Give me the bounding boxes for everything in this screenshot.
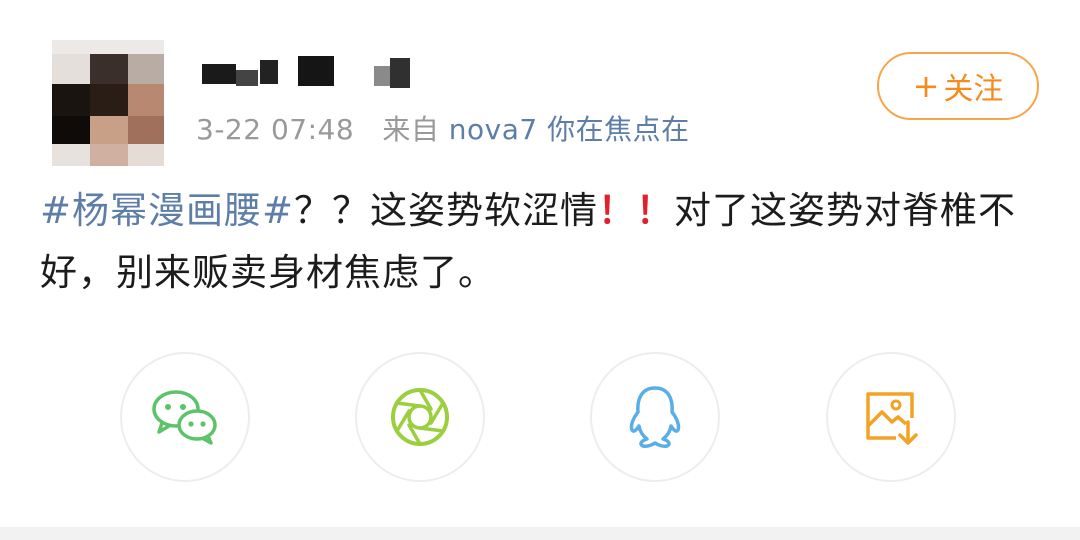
exclamation-emoji: ！ bbox=[598, 189, 637, 232]
share-qq-button[interactable] bbox=[590, 352, 720, 482]
avatar-mosaic bbox=[90, 84, 128, 116]
username-mosaic bbox=[374, 66, 390, 86]
image-download-icon bbox=[866, 392, 918, 445]
avatar-mosaic bbox=[128, 54, 164, 84]
hashtag-link[interactable]: #杨幂漫画腰# bbox=[40, 189, 294, 232]
source-prefix: 来自 bbox=[382, 113, 440, 146]
post-text-part1: ？？这姿势软涩情 bbox=[294, 189, 599, 232]
bottom-divider bbox=[0, 527, 1080, 540]
exclamation-emoji: ！ bbox=[636, 189, 675, 232]
avatar-mosaic bbox=[90, 144, 128, 166]
avatar-mosaic bbox=[128, 116, 164, 144]
username-mosaic bbox=[390, 58, 410, 88]
avatar-mosaic bbox=[52, 116, 90, 144]
avatar-mosaic bbox=[90, 116, 128, 144]
avatar[interactable] bbox=[52, 40, 164, 166]
avatar-mosaic bbox=[128, 144, 164, 166]
follow-label: 关注 bbox=[943, 72, 1004, 107]
post-time: 3-22 07:48 bbox=[196, 113, 355, 146]
post-source[interactable]: nova7 你在焦点在 bbox=[449, 113, 690, 146]
camera-aperture-icon bbox=[391, 388, 449, 446]
username-redacted[interactable] bbox=[200, 52, 430, 94]
username-mosaic bbox=[236, 70, 258, 86]
avatar-mosaic bbox=[128, 84, 164, 116]
avatar-mosaic bbox=[90, 54, 128, 84]
qq-penguin-icon bbox=[629, 386, 681, 448]
username-mosaic bbox=[298, 56, 334, 86]
post-text: #杨幂漫画腰#？？这姿势软涩情！！对了这姿势对脊椎不好，别来贩卖身材焦虑了。 bbox=[40, 180, 1050, 304]
avatar-mosaic bbox=[52, 54, 90, 84]
username-mosaic bbox=[260, 60, 278, 84]
plus-icon: + bbox=[912, 67, 940, 105]
follow-button[interactable]: + 关注 bbox=[877, 52, 1039, 120]
share-moments-button[interactable] bbox=[355, 352, 485, 482]
post-meta: 3-22 07:48 来自 nova7 你在焦点在 bbox=[196, 108, 690, 148]
save-image-button[interactable] bbox=[826, 352, 956, 482]
avatar-mosaic bbox=[52, 144, 90, 166]
share-wechat-button[interactable] bbox=[120, 352, 250, 482]
username-mosaic bbox=[202, 64, 236, 84]
avatar-mosaic bbox=[52, 84, 90, 116]
wechat-icon bbox=[152, 390, 217, 445]
